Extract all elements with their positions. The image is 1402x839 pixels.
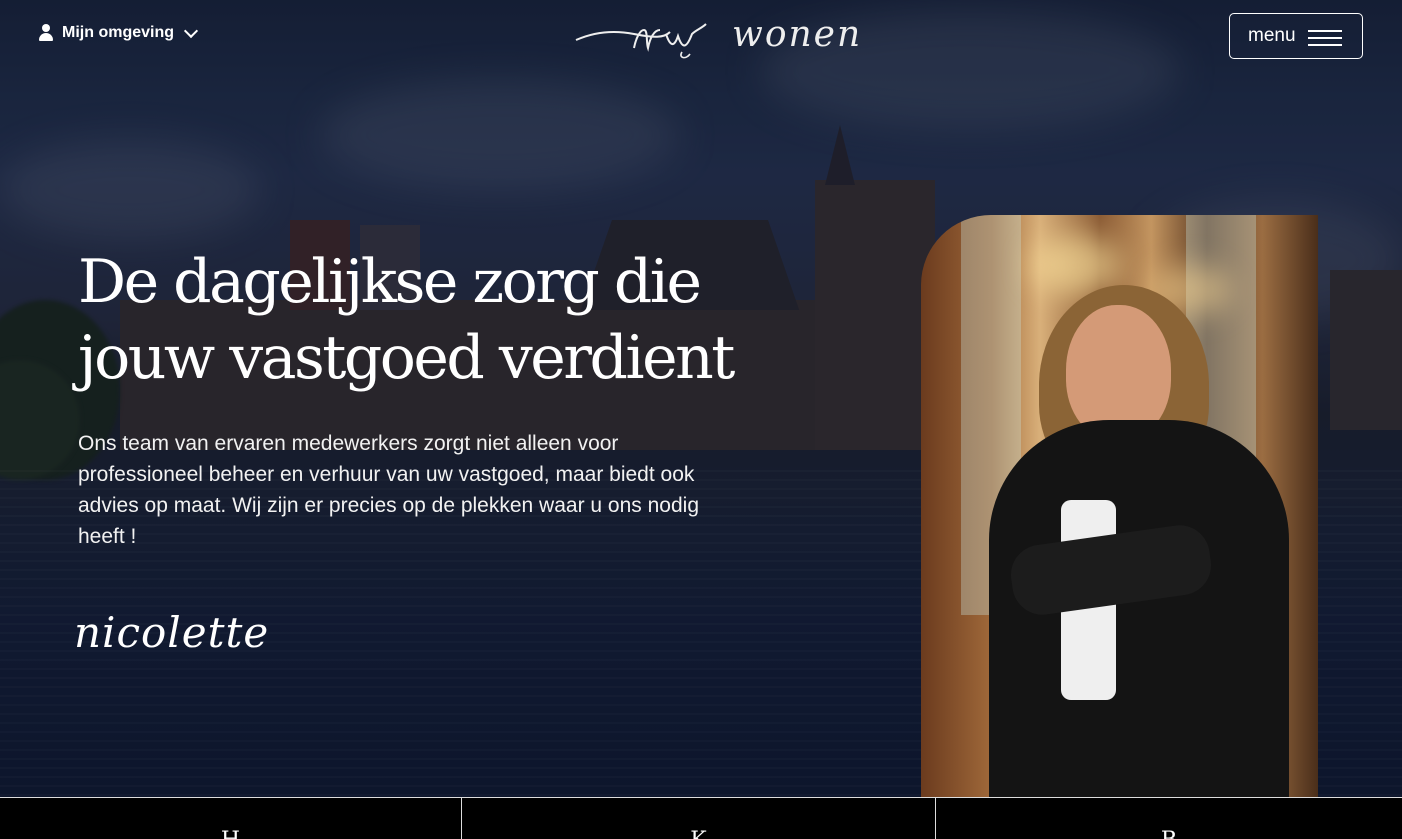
tab-1[interactable]: H [0, 798, 462, 839]
chevron-down-icon [183, 23, 199, 38]
tab-2[interactable]: K [462, 798, 936, 839]
menu-label: menu [1248, 25, 1296, 46]
tab-label: H [0, 828, 461, 839]
signature: nicolette [74, 608, 270, 657]
account-menu[interactable]: Mijn omgeving [38, 23, 199, 42]
hero-headline: De dagelijkse zorg die jouw vastgoed ver… [78, 247, 735, 393]
logo-wordmark: wonen [732, 14, 863, 55]
logo-script-icon [575, 23, 707, 59]
user-icon [38, 24, 54, 42]
hamburger-icon [1308, 28, 1342, 46]
account-label: Mijn omgeving [62, 24, 174, 41]
site-logo[interactable]: wonen [574, 8, 860, 64]
tab-label: K [462, 828, 935, 839]
hero-intro: Ons team van ervaren medewerkers zorgt n… [78, 432, 699, 548]
hero-section: Mijn omgeving wonen menu De dagelijkse z… [0, 0, 1402, 797]
bottom-tabs: H K B [0, 797, 1402, 839]
tab-label: B [936, 828, 1402, 839]
tab-3[interactable]: B [936, 798, 1402, 839]
menu-button[interactable]: menu [1229, 13, 1363, 59]
portrait-photo [921, 215, 1318, 797]
